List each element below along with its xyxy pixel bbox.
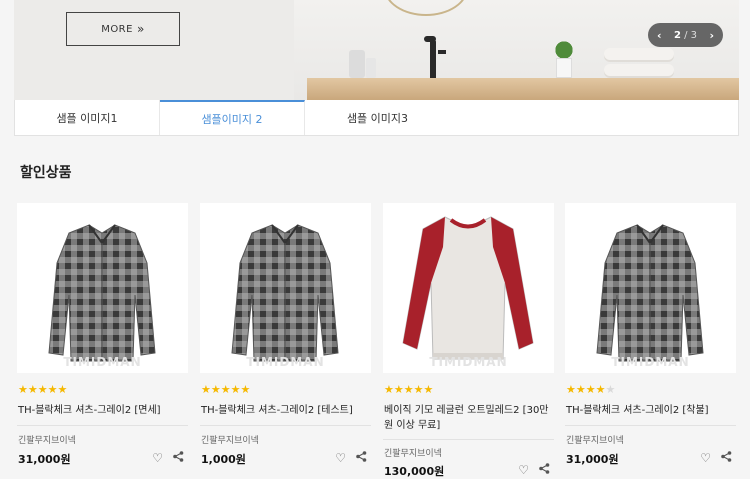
more-label: MORE <box>101 23 133 35</box>
share-icon[interactable] <box>721 451 732 465</box>
tab-sample-image-3[interactable]: 샘플 이미지3 <box>305 100 450 135</box>
next-slide-icon[interactable]: › <box>709 29 714 42</box>
bottle-decoration <box>349 50 365 78</box>
slide-total: 3 <box>690 29 698 41</box>
gray-check-shirt-image <box>231 224 339 362</box>
towels-decoration <box>604 48 674 78</box>
product-price: 31,000원 <box>18 453 71 466</box>
rating-stars: ★★★★★ <box>18 383 67 396</box>
product-subtitle: 긴팔무지브이넥 <box>201 436 259 446</box>
divider <box>200 425 371 426</box>
product-actions: ♡ <box>335 451 367 465</box>
slide-separator: / <box>680 29 691 41</box>
product-subtitle: 긴팔무지브이넥 <box>18 436 76 446</box>
plant-pot-decoration <box>556 58 572 78</box>
gray-check-shirt-image <box>48 224 156 362</box>
product-price: 1,000원 <box>201 453 246 466</box>
slide-counter: 2 / 3 <box>674 30 697 41</box>
faucet-decoration <box>424 36 446 80</box>
share-icon[interactable] <box>356 451 367 465</box>
counter-decoration <box>307 78 739 100</box>
product-card[interactable]: TIMIDMAN ★★★★★ 베이직 기모 레글런 오트밀레드2 [30만원 이… <box>383 203 554 478</box>
divider <box>383 439 554 440</box>
red-raglan-sweatshirt-image <box>402 216 534 360</box>
product-image[interactable]: TIMIDMAN <box>565 203 736 373</box>
watermark: TIMIDMAN <box>611 355 690 369</box>
heart-icon[interactable]: ♡ <box>700 451 711 465</box>
double-chevron-right-icon: » <box>136 22 145 36</box>
product-actions: ♡ <box>700 451 732 465</box>
product-subtitle: 긴팔무지브이넥 <box>566 436 624 446</box>
star-on-icon: ★★★★★ <box>201 383 251 396</box>
tab-sample-image-2[interactable]: 샘플이미지 2 <box>160 100 305 135</box>
product-price: 31,000원 <box>566 453 619 466</box>
watermark: TIMIDMAN <box>429 355 508 369</box>
gray-check-shirt-image <box>596 224 704 362</box>
heart-icon[interactable]: ♡ <box>335 451 346 465</box>
heart-icon[interactable]: ♡ <box>152 451 163 465</box>
plant-decoration <box>552 40 576 60</box>
product-image[interactable]: TIMIDMAN <box>383 203 554 373</box>
divider <box>17 425 188 426</box>
share-icon[interactable] <box>173 451 184 465</box>
product-card[interactable]: TIMIDMAN ★★★★★ TH-블락체크 셔츠-그레이2 [테스트] 긴팔무… <box>200 203 371 470</box>
product-name[interactable]: TH-블락체크 셔츠-그레이2 [면세] <box>18 403 188 418</box>
product-card[interactable]: TIMIDMAN ★★★★★ TH-블락체크 셔츠-그레이2 [면세] 긴팔무지… <box>17 203 188 470</box>
watermark: TIMIDMAN <box>63 355 142 369</box>
heart-icon[interactable]: ♡ <box>518 463 529 477</box>
slide-current: 2 <box>673 29 681 41</box>
product-price: 130,000원 <box>384 465 445 478</box>
divider <box>565 425 736 426</box>
tab-sample-image-1[interactable]: 샘플 이미지1 <box>15 100 160 135</box>
section-title: 할인상품 <box>20 165 72 181</box>
product-actions: ♡ <box>152 451 184 465</box>
bottle-decoration <box>366 58 376 78</box>
star-off-icon: ★ <box>605 383 616 396</box>
product-actions: ♡ <box>518 463 550 477</box>
star-on-icon: ★★★★★ <box>384 383 434 396</box>
hero-banner: MORE » ‹ 2 / 3 › <box>14 0 739 100</box>
product-image[interactable]: TIMIDMAN <box>200 203 371 373</box>
more-button[interactable]: MORE » <box>66 12 180 46</box>
rating-stars: ★★★★★ <box>566 383 615 396</box>
slide-pager: ‹ 2 / 3 › <box>648 23 723 47</box>
rating-stars: ★★★★★ <box>384 383 433 396</box>
star-on-icon: ★★★★ <box>566 383 606 396</box>
product-image[interactable]: TIMIDMAN <box>17 203 188 373</box>
share-icon[interactable] <box>539 463 550 477</box>
watermark: TIMIDMAN <box>246 355 325 369</box>
product-list: TIMIDMAN ★★★★★ TH-블락체크 셔츠-그레이2 [면세] 긴팔무지… <box>17 203 737 478</box>
product-name[interactable]: TH-블락체크 셔츠-그레이2 [테스트] <box>201 403 371 418</box>
star-on-icon: ★★★★★ <box>18 383 68 396</box>
product-card[interactable]: TIMIDMAN ★★★★★ TH-블락체크 셔츠-그레이2 [착불] 긴팔무지… <box>565 203 736 470</box>
product-name[interactable]: TH-블락체크 셔츠-그레이2 [착불] <box>566 403 736 418</box>
product-subtitle: 긴팔무지브이넥 <box>384 449 442 459</box>
product-name[interactable]: 베이직 기모 레글런 오트밀레드2 [30만원 이상 무료] <box>384 403 554 433</box>
rating-stars: ★★★★★ <box>201 383 250 396</box>
prev-slide-icon[interactable]: ‹ <box>657 29 662 42</box>
banner-tabs: 샘플 이미지1 샘플이미지 2 샘플 이미지3 <box>14 100 739 136</box>
